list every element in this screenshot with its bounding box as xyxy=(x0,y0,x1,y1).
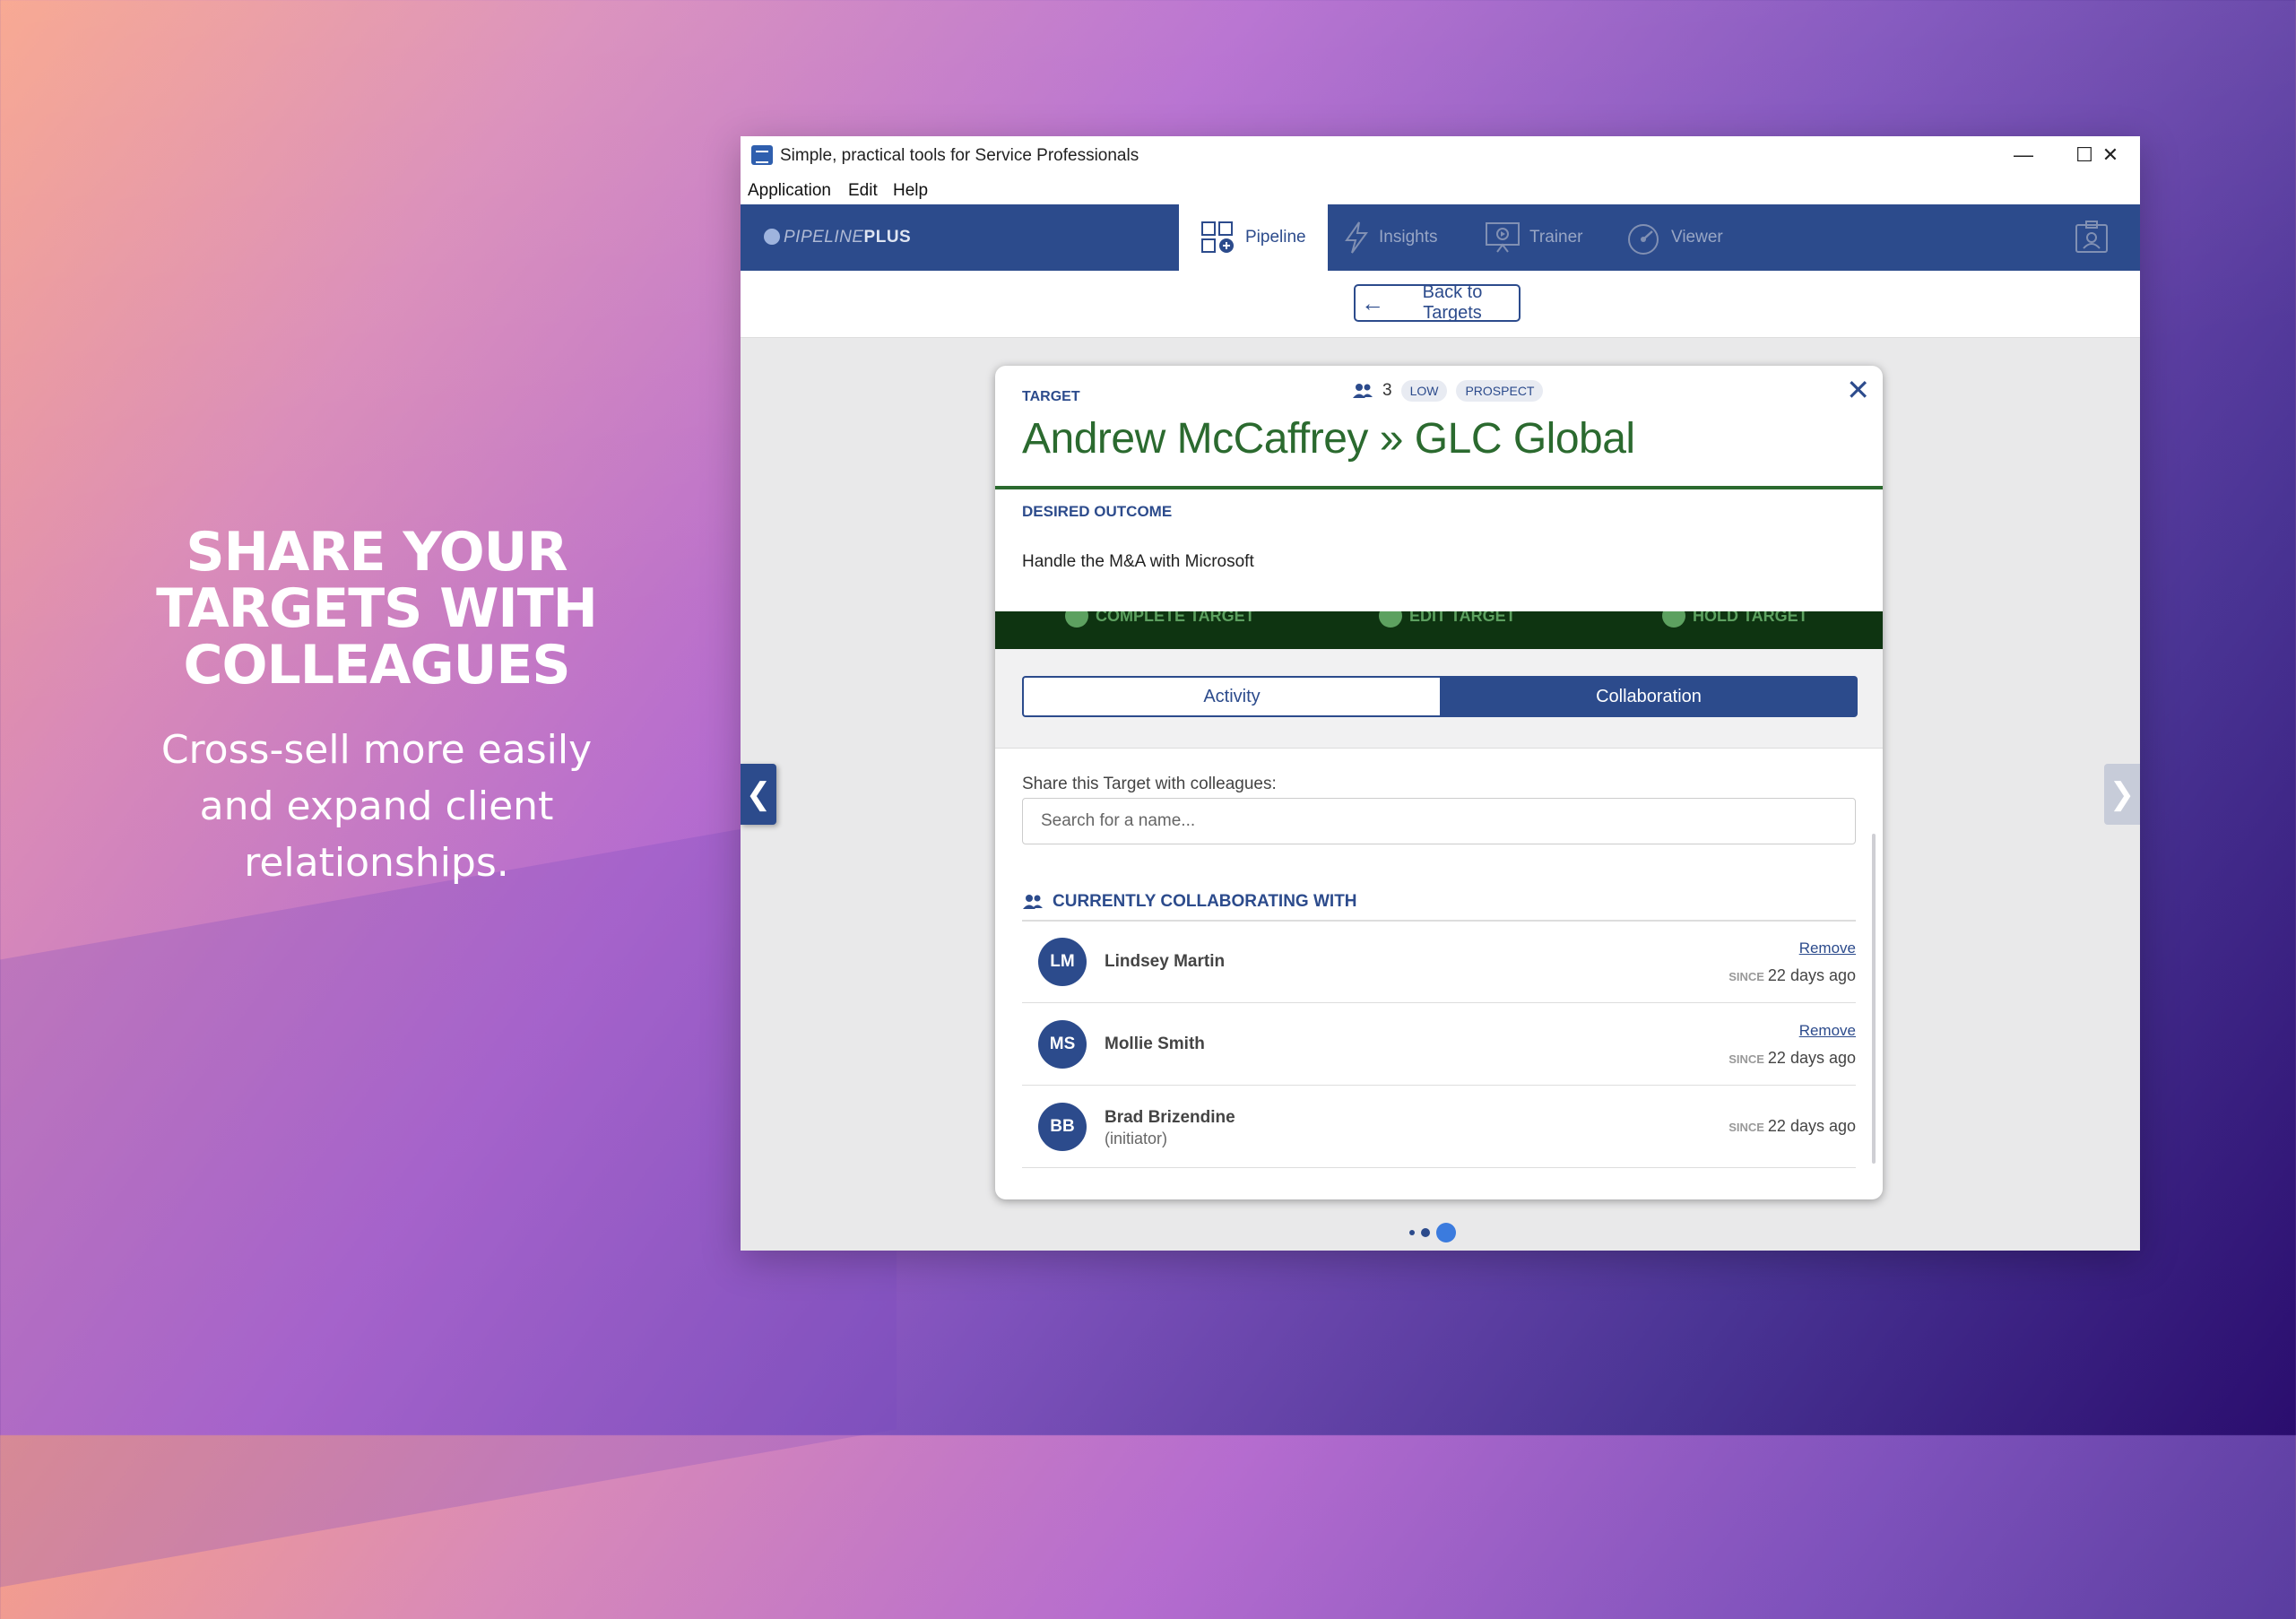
remove-link[interactable]: Remove xyxy=(1799,939,1856,957)
since-value: 22 days ago xyxy=(1767,1117,1856,1135)
title-bar: Simple, practical tools for Service Prof… xyxy=(741,136,2140,174)
tab-viewer-label: Viewer xyxy=(1671,228,1723,247)
stage-badge: PROSPECT xyxy=(1456,380,1544,402)
tab-pipeline[interactable]: Pipeline xyxy=(1179,204,1328,271)
avatar: LM xyxy=(1038,938,1087,986)
priority-badge: LOW xyxy=(1400,380,1448,402)
edit-target-label: EDIT TARGET xyxy=(1409,611,1516,625)
app-window: Simple, practical tools for Service Prof… xyxy=(741,136,2140,1251)
desired-outcome-label: DESIRED OUTCOME xyxy=(1022,503,1173,520)
brand-logo[interactable]: PIPELINEPLUS xyxy=(764,228,911,247)
people-icon xyxy=(1353,384,1373,398)
remove-link[interactable]: Remove xyxy=(1799,1022,1856,1040)
presentation-icon xyxy=(1486,222,1520,253)
collaborator-row: MS Mollie Smith Remove SINCE 22 days ago xyxy=(1022,1004,1856,1086)
back-to-targets-button[interactable]: ← Back to Targets xyxy=(1354,282,1521,323)
since-text: SINCE 22 days ago xyxy=(1728,1117,1856,1136)
next-arrow-button[interactable]: ❯ xyxy=(2104,764,2140,825)
since-label: SINCE xyxy=(1728,1052,1764,1066)
profile-badge-icon[interactable] xyxy=(2074,220,2110,255)
collaborating-heading: CURRENTLY COLLABORATING WITH xyxy=(1022,884,1856,922)
previous-arrow-button[interactable]: ❮ xyxy=(741,764,776,825)
edit-target-button[interactable]: EDIT TARGET xyxy=(1379,611,1516,628)
menu-help[interactable]: Help xyxy=(893,181,928,201)
lightning-icon xyxy=(1345,221,1368,254)
tab-insights-label: Insights xyxy=(1379,228,1438,247)
card-pager xyxy=(1409,1223,1456,1242)
share-label: Share this Target with colleagues: xyxy=(1022,775,1277,793)
collaborator-name: Lindsey Martin xyxy=(1105,952,1226,971)
since-text: SINCE 22 days ago xyxy=(1728,1049,1856,1068)
collaborator-name: Mollie Smith xyxy=(1105,1035,1205,1053)
since-label: SINCE xyxy=(1728,970,1764,983)
collaborating-heading-text: CURRENTLY COLLABORATING WITH xyxy=(1053,892,1357,911)
since-value: 22 days ago xyxy=(1767,1049,1856,1067)
avatar: BB xyxy=(1038,1103,1087,1151)
tab-insights[interactable]: Insights xyxy=(1343,204,1437,271)
chevron-left-icon: ❮ xyxy=(745,777,772,811)
pause-icon xyxy=(1662,611,1685,628)
tab-activity[interactable]: Activity xyxy=(1022,676,1440,717)
promo-subtitle: Cross-sell more easily and expand client… xyxy=(160,727,593,886)
tab-trainer-label: Trainer xyxy=(1529,228,1583,247)
complete-target-label: COMPLETE TARGET xyxy=(1096,611,1255,625)
card-tabs: Activity Collaboration xyxy=(995,649,1883,749)
brand-bold: PLUS xyxy=(863,228,912,247)
action-bar: COMPLETE TARGET EDIT TARGET HOLD TARGET xyxy=(995,611,1883,649)
brand-globe-icon xyxy=(764,229,780,245)
pipeline-icon xyxy=(1201,221,1234,253)
sub-toolbar: ← Back to Targets xyxy=(741,271,2140,338)
chevron-right-icon: ❯ xyxy=(2109,777,2136,811)
menu-edit[interactable]: Edit xyxy=(848,181,878,201)
target-meta: 3 LOW PROSPECT xyxy=(1352,380,1544,402)
minimize-button[interactable]: — xyxy=(1997,140,2050,170)
pager-dot-active[interactable] xyxy=(1436,1223,1456,1242)
target-name: Andrew McCaffrey » GLC Global xyxy=(1022,415,1635,463)
close-button[interactable]: ✕ xyxy=(2084,140,2137,170)
tab-collaboration[interactable]: Collaboration xyxy=(1440,676,1858,717)
since-label: SINCE xyxy=(1728,1121,1764,1134)
back-to-targets-label: Back to Targets xyxy=(1422,282,1483,323)
gauge-icon xyxy=(1628,224,1659,255)
complete-target-button[interactable]: COMPLETE TARGET xyxy=(1065,611,1255,628)
window-title: Simple, practical tools for Service Prof… xyxy=(780,146,1139,165)
collaborator-name: Brad Brizendine xyxy=(1105,1108,1235,1127)
collaborator-row: BB Brad Brizendine (initiator) SINCE 22 d… xyxy=(1022,1087,1856,1168)
collaborator-row: LM Lindsey Martin Remove SINCE 22 days ag… xyxy=(1022,922,1856,1003)
since-text: SINCE 22 days ago xyxy=(1728,966,1856,985)
menu-bar: Application Edit Help xyxy=(741,174,2140,207)
collaborator-count: 3 xyxy=(1382,381,1392,400)
close-card-icon[interactable]: ✕ xyxy=(1846,373,1870,407)
pager-dot[interactable] xyxy=(1409,1230,1415,1235)
colleague-search-input[interactable] xyxy=(1022,798,1856,844)
pager-dot[interactable] xyxy=(1421,1228,1430,1237)
brand-light: PIPELINE xyxy=(784,228,864,247)
tab-pipeline-label: Pipeline xyxy=(1245,228,1306,247)
promo-title: SHARE YOUR TARGETS WITH COLLEAGUES xyxy=(156,521,598,697)
target-card: TARGET 3 LOW PROSPECT ✕ Andrew McCaffrey… xyxy=(995,366,1883,1199)
app-logo-icon xyxy=(751,145,773,165)
collaborator-role: (initiator) xyxy=(1105,1130,1168,1147)
target-label: TARGET xyxy=(1022,389,1080,404)
tab-trainer[interactable]: Trainer xyxy=(1485,204,1582,271)
desired-outcome-text: Handle the M&A with Microsoft xyxy=(1022,552,1254,571)
arrow-left-icon: ← xyxy=(1361,289,1384,316)
scrollbar[interactable] xyxy=(1872,834,1876,1164)
avatar: MS xyxy=(1038,1020,1087,1069)
hold-target-label: HOLD TARGET xyxy=(1693,611,1808,625)
people-icon xyxy=(1023,895,1043,909)
menu-application[interactable]: Application xyxy=(748,181,831,201)
hold-target-button[interactable]: HOLD TARGET xyxy=(1662,611,1808,628)
pencil-icon xyxy=(1379,611,1402,628)
check-icon xyxy=(1065,611,1088,628)
card-header: TARGET 3 LOW PROSPECT ✕ Andrew McCaffrey… xyxy=(995,366,1883,489)
top-nav: PIPELINEPLUS Pipeline Insights Trainer V… xyxy=(741,204,2140,271)
since-value: 22 days ago xyxy=(1767,966,1856,984)
tab-viewer[interactable]: Viewer xyxy=(1625,204,1723,271)
